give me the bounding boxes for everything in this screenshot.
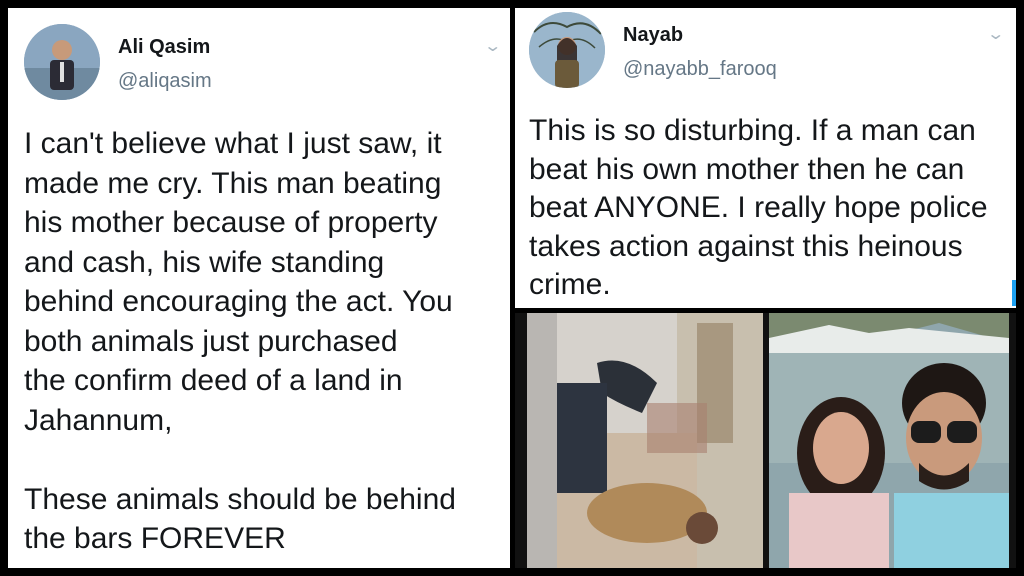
user-handle[interactable]: @aliqasim [118, 70, 212, 93]
avatar[interactable] [529, 12, 605, 88]
tweet-card-nayab: Nayab @nayabb_farooq ⌄ This is so distur… [515, 8, 1016, 308]
chevron-down-icon[interactable]: ⌄ [986, 24, 1005, 44]
display-name[interactable]: Nayab [623, 24, 683, 47]
display-name[interactable]: Ali Qasim [118, 36, 210, 59]
tweet-text: This is so disturbing. If a man can beat… [529, 114, 988, 301]
user-handle[interactable]: @nayabb_farooq [623, 58, 777, 81]
tweet-card-ali-qasim: Ali Qasim @aliqasim ⌄ I can't believe wh… [8, 8, 510, 568]
video-still-image [527, 313, 763, 568]
avatar[interactable] [24, 24, 100, 100]
tweet-text: I can't believe what I just saw, it made… [24, 127, 456, 555]
scrollbar[interactable] [1012, 280, 1016, 306]
media-panel [515, 313, 1016, 568]
couple-photo-image [769, 313, 1009, 568]
chevron-down-icon[interactable]: ⌄ [483, 36, 502, 56]
